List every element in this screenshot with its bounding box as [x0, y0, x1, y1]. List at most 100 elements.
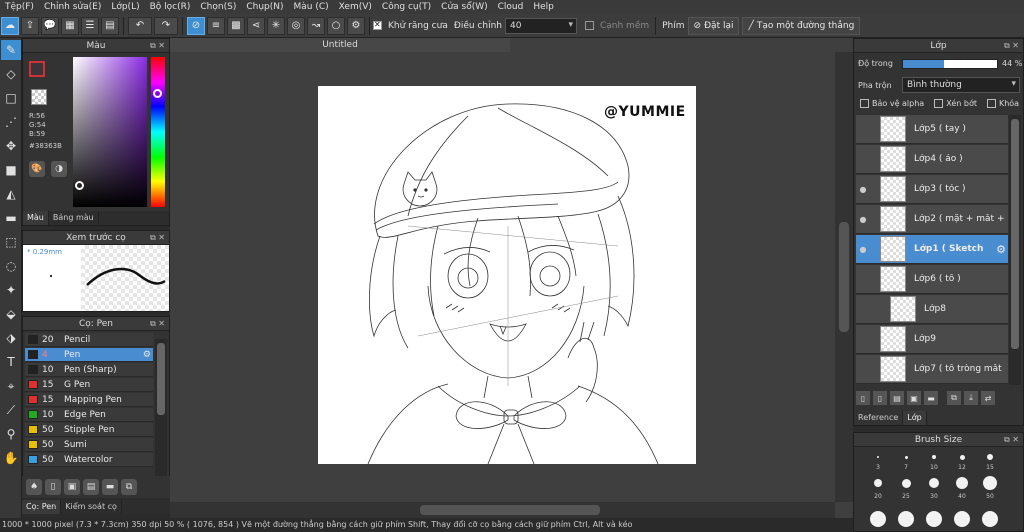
new-layer-icon[interactable]: ▯: [856, 391, 870, 405]
clipping-checkbox[interactable]: [934, 99, 944, 108]
panel-controls-icon[interactable]: ⧉ ✕: [150, 39, 165, 53]
hue-slider-handle[interactable]: [153, 89, 162, 98]
snap-off-icon[interactable]: ⊘: [187, 16, 205, 35]
grid-panel-icon[interactable]: ▦: [61, 16, 79, 35]
lasso-tool-icon[interactable]: ◌: [1, 256, 21, 276]
select-eraser-tool-icon[interactable]: ⬗: [1, 328, 21, 348]
brush-item[interactable]: 20 Pencil: [25, 333, 153, 347]
brush-size-dot[interactable]: [932, 455, 936, 459]
menu-window[interactable]: Cửa sổ(W): [436, 2, 492, 12]
canvas-horizontal-scrollbar[interactable]: [170, 502, 835, 518]
add-layer-menu-icon[interactable]: ▣: [907, 391, 921, 405]
gear-icon[interactable]: ⚙: [996, 243, 1006, 256]
select-pen-tool-icon[interactable]: ⬙: [1, 304, 21, 324]
brush-item[interactable]: 10 Edge Pen: [25, 408, 153, 422]
brush-item[interactable]: 50 Watercolor: [25, 453, 153, 467]
brush-item[interactable]: 15 Mapping Pen: [25, 393, 153, 407]
visibility-eye-icon[interactable]: ●: [856, 185, 870, 194]
protect-alpha-checkbox[interactable]: [860, 99, 869, 108]
curve-snap-icon[interactable]: ↝: [307, 16, 325, 35]
menu-edit[interactable]: Chỉnh sửa(E): [39, 2, 106, 12]
tab-brush[interactable]: Cọ: Pen: [22, 500, 62, 514]
panel-controls-icon[interactable]: ⧉ ✕: [1004, 433, 1019, 447]
menu-color[interactable]: Màu (C): [289, 2, 334, 12]
menu-view[interactable]: Xem(V): [334, 2, 377, 12]
brush-item[interactable]: 50 Stipple Pen: [25, 423, 153, 437]
circle-snap-icon[interactable]: ○: [327, 16, 345, 35]
duplicate-layer-icon[interactable]: ⧉: [947, 391, 961, 405]
speech-bubble-icon[interactable]: 💬: [41, 16, 59, 35]
move-tool-icon[interactable]: ✥: [1, 136, 21, 156]
brush-size-dot[interactable]: [982, 511, 998, 527]
antialias-checkbox[interactable]: [373, 20, 382, 30]
lock-checkbox[interactable]: [986, 99, 996, 108]
dot-brush-tool-icon[interactable]: ⋰: [1, 112, 21, 132]
layer-row[interactable]: Lớp8: [856, 295, 1008, 324]
vanishing-snap-icon[interactable]: ⋖: [247, 16, 265, 35]
shape-tool-icon[interactable]: □: [1, 88, 21, 108]
tab-reference[interactable]: Reference: [854, 411, 904, 425]
brush-list-scrollbar[interactable]: [155, 339, 167, 489]
radial-snap-icon[interactable]: ✳: [267, 16, 285, 35]
layer-row[interactable]: ● Lớp3 ( tóc ): [856, 175, 1008, 204]
adjust-select[interactable]: 40: [504, 17, 577, 34]
tab-palette[interactable]: Bảng màu: [49, 211, 99, 225]
list-panel-icon[interactable]: ☰: [81, 16, 99, 35]
panel-controls-icon[interactable]: ⧉ ✕: [1004, 39, 1019, 53]
divider-tool-icon[interactable]: ⟋: [1, 400, 21, 420]
brush-settings-icon[interactable]: ▤: [83, 479, 99, 495]
brush-size-dot[interactable]: [959, 454, 965, 460]
eyedropper-tool-icon[interactable]: ⚲: [1, 424, 21, 444]
brush-size-dot[interactable]: [901, 478, 911, 488]
visibility-eye-icon[interactable]: ●: [856, 215, 870, 224]
color-mix-icon[interactable]: ◑: [51, 161, 67, 177]
import-brush-icon[interactable]: ▣: [64, 479, 80, 495]
cloud-icon[interactable]: ☁: [1, 16, 19, 35]
redo-icon[interactable]: ↷: [154, 16, 178, 35]
magic-wand-tool-icon[interactable]: ✦: [1, 280, 21, 300]
brush-size-dot[interactable]: [877, 456, 879, 458]
menu-select[interactable]: Chọn(S): [195, 2, 241, 12]
palette-icon[interactable]: 🎨: [29, 161, 45, 177]
folder-icon[interactable]: ▬: [102, 479, 118, 495]
menu-tools[interactable]: Công cụ(T): [377, 2, 436, 12]
reset-button[interactable]: ⊘ Đặt lại: [687, 16, 740, 35]
brush-size-dot[interactable]: [987, 454, 993, 460]
sv-picker-ring[interactable]: [75, 181, 84, 190]
bucket-tool-icon[interactable]: ◭: [1, 184, 21, 204]
layer-list-scrollbar[interactable]: [1009, 115, 1021, 385]
menu-layer[interactable]: Lớp(L): [106, 2, 144, 12]
tab-brush-control[interactable]: Kiểm soát cọ: [61, 500, 122, 514]
brush-size-dot[interactable]: [983, 476, 997, 490]
layer-row[interactable]: Lớp7 ( tô tròng mắt: [856, 355, 1008, 384]
scrollbar-thumb[interactable]: [157, 343, 165, 415]
eraser-tool-icon[interactable]: ◇: [1, 64, 21, 84]
layer-folder-icon[interactable]: ▬: [924, 391, 938, 405]
scrollbar-thumb[interactable]: [839, 222, 849, 332]
brush-size-dot[interactable]: [870, 511, 886, 527]
tab-layer[interactable]: Lớp: [903, 411, 927, 425]
new-text-layer-icon[interactable]: ▯: [873, 391, 887, 405]
merge-down-icon[interactable]: ⤓: [964, 391, 978, 405]
brush-size-dot[interactable]: [926, 511, 942, 527]
menu-capture[interactable]: Chụp(N): [241, 2, 288, 12]
frame-tool-icon[interactable]: ⌖: [1, 376, 21, 396]
panel-controls-icon[interactable]: ⧉ ✕: [150, 231, 165, 245]
document-tab[interactable]: Untitled: [170, 38, 510, 52]
brush-item[interactable]: 50 Sumi: [25, 438, 153, 452]
brush-item[interactable]: 10 Pen (Sharp): [25, 363, 153, 377]
brush-size-dot[interactable]: [954, 511, 970, 527]
new-brush-icon[interactable]: ▯: [45, 479, 61, 495]
concentric-snap-icon[interactable]: ◎: [287, 16, 305, 35]
stamp-icon[interactable]: ♠: [26, 479, 42, 495]
text-tool-icon[interactable]: T: [1, 352, 21, 372]
layer-row[interactable]: ● Lớp2 ( mặt + mắt +: [856, 205, 1008, 234]
brush-tool-icon[interactable]: ✎: [1, 40, 21, 60]
blend-mode-select[interactable]: Bình thường: [902, 77, 1020, 93]
menu-file[interactable]: Tệp(F): [0, 2, 39, 12]
menu-cloud[interactable]: Cloud: [493, 2, 529, 12]
menu-help[interactable]: Help: [528, 2, 559, 12]
scrollbar-thumb[interactable]: [420, 505, 600, 515]
saturation-value-picker[interactable]: [73, 57, 147, 207]
new-halftone-layer-icon[interactable]: ▤: [890, 391, 904, 405]
